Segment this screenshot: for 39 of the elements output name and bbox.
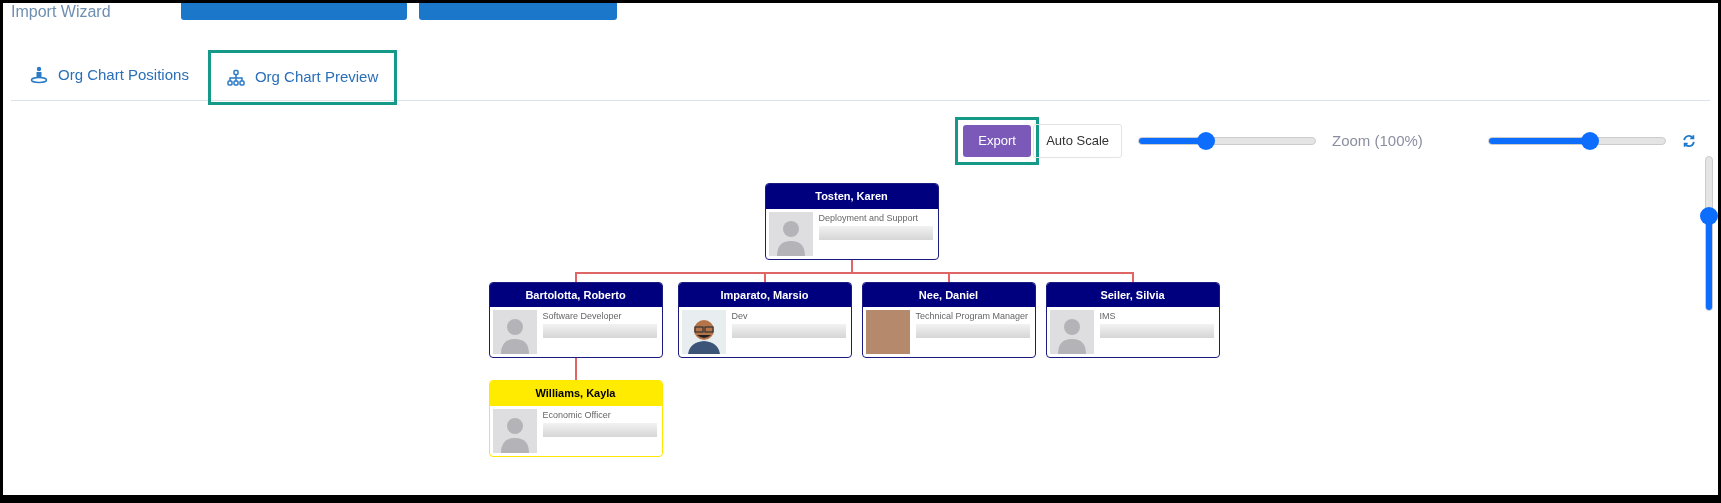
- employee-card[interactable]: Tosten, Karen Deployment and Support: [764, 183, 939, 260]
- job-title: Dev: [731, 310, 749, 323]
- employee-name: Williams, Kayla: [489, 381, 662, 406]
- job-title: Deployment and Support: [818, 211, 920, 225]
- slider-thumb[interactable]: [1580, 132, 1599, 150]
- job-title: IMS: [1099, 310, 1117, 323]
- employee-name: Nee, Daniel: [862, 282, 1035, 307]
- person-silhouette-icon: [768, 211, 813, 256]
- person-silhouette-icon: [492, 310, 537, 354]
- person-pin-icon: [30, 66, 48, 84]
- slider[interactable]: [1488, 132, 1666, 150]
- person-silhouette-icon: [492, 408, 537, 453]
- employee-card[interactable]: Bartolotta, Roberto Software Developer: [488, 281, 663, 358]
- employee-card[interactable]: Williams, Kayla Economic Officer: [488, 380, 663, 457]
- auto-scale-button[interactable]: Auto Scale: [1033, 124, 1122, 158]
- tab[interactable]: Org Chart Preview: [207, 50, 398, 105]
- employee-card[interactable]: Seiler, Silvia IMS: [1045, 281, 1220, 358]
- person-silhouette-icon: [1049, 310, 1094, 354]
- zoom-label: Zoom (100%): [1332, 130, 1424, 151]
- export-button[interactable]: Export: [963, 125, 1032, 157]
- photo-placeholder: [865, 310, 910, 354]
- employee-name: Bartolotta, Roberto: [489, 282, 662, 307]
- employee-name: Tosten, Karen: [765, 184, 938, 209]
- job-title: Technical Program Manager: [915, 310, 1030, 323]
- page-title: Import Wizard: [11, 3, 111, 21]
- slider-thumb[interactable]: [1700, 206, 1718, 225]
- employee-card[interactable]: Imparato, Marsio Dev: [677, 281, 852, 358]
- slider-thumb[interactable]: [1197, 132, 1216, 150]
- tab[interactable]: Org Chart Positions: [11, 50, 208, 100]
- vertical-slider[interactable]: [1700, 156, 1718, 311]
- employee-name: Imparato, Marsio: [678, 282, 851, 307]
- job-title: Software Developer: [542, 310, 623, 323]
- job-title: Economic Officer: [542, 408, 612, 422]
- slider[interactable]: [1138, 132, 1316, 150]
- employee-name: Seiler, Silvia: [1046, 282, 1219, 307]
- cartoon-avatar: [681, 310, 726, 354]
- employee-card[interactable]: Nee, Daniel Technical Program Manager: [861, 281, 1036, 358]
- hierarchy-icon: [226, 68, 245, 87]
- refresh-icon[interactable]: [1682, 134, 1696, 148]
